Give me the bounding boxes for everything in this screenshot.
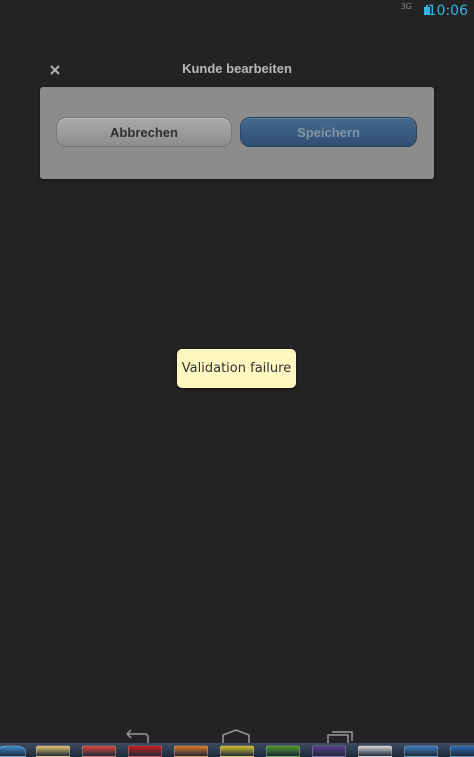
recents-icon[interactable]: [324, 728, 354, 744]
taskbar: [0, 743, 474, 757]
opera-icon[interactable]: [128, 745, 162, 757]
app-yellow-icon[interactable]: [220, 745, 254, 757]
cancel-button[interactable]: Abbrechen: [56, 117, 232, 147]
start-orb-icon[interactable]: [0, 745, 26, 757]
eclipse-icon[interactable]: [312, 745, 346, 757]
back-icon[interactable]: [121, 728, 151, 744]
validation-toast: Validation failure: [177, 349, 296, 388]
navigation-bar: [0, 726, 474, 744]
signal-indicator: 3G: [400, 2, 412, 11]
notepad-icon[interactable]: [358, 745, 392, 757]
home-icon[interactable]: [221, 728, 251, 744]
dialog-title: Kunde bearbeiten: [182, 61, 292, 76]
dialog-panel: Abbrechen Speichern: [40, 87, 434, 179]
file-explorer-icon[interactable]: [36, 745, 70, 757]
save-button[interactable]: Speichern: [240, 117, 417, 147]
remote-desktop-icon[interactable]: [404, 745, 438, 757]
app-green-icon[interactable]: [266, 745, 300, 757]
editor-icon[interactable]: [450, 745, 474, 757]
status-bar: 3G 10:06: [0, 0, 474, 22]
chrome-icon[interactable]: [82, 745, 116, 757]
clock: 10:06: [427, 3, 468, 19]
dialog-header: Kunde bearbeiten: [40, 58, 434, 84]
firefox-icon[interactable]: [174, 745, 208, 757]
